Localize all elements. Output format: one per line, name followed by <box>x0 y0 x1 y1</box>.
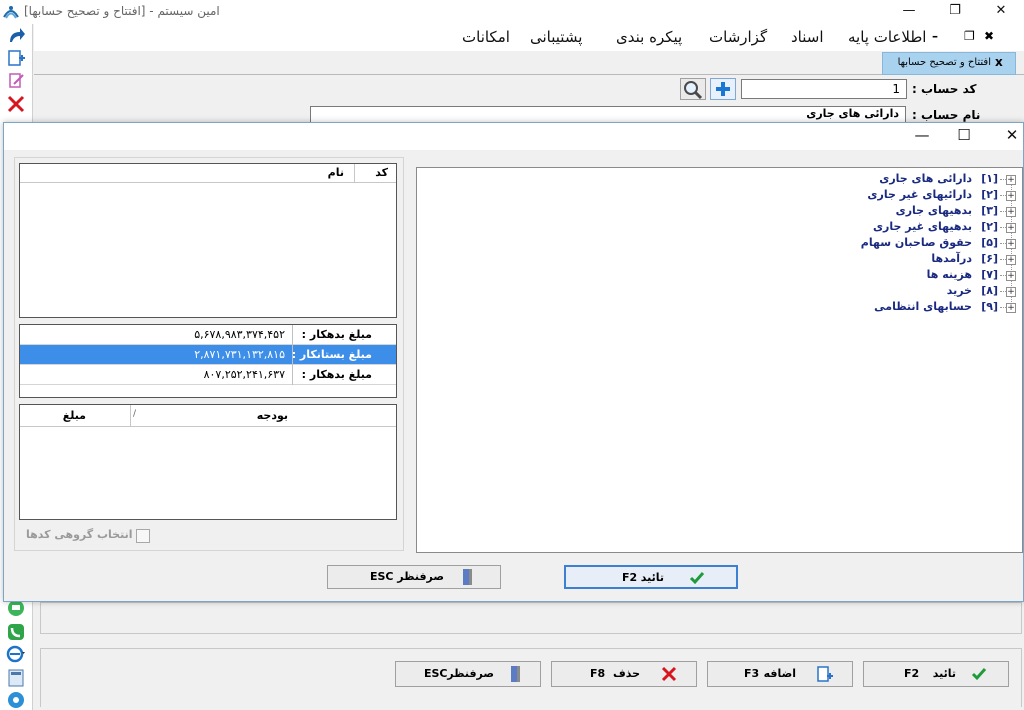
group-select-checkbox[interactable] <box>136 529 150 543</box>
magnifier-icon <box>684 81 703 100</box>
budget-grid[interactable]: بودجه مبلغ / <box>19 404 397 520</box>
column-header-code[interactable]: کد <box>354 164 396 183</box>
mdi-restore-button[interactable]: ❐ <box>964 29 975 43</box>
group-select-label: انتخاب گروهی کدها <box>26 528 133 541</box>
tab-close-icon[interactable]: x <box>995 55 1003 69</box>
browser-icon[interactable] <box>6 644 26 664</box>
expand-plus-icon[interactable]: + <box>1006 239 1016 249</box>
support-icon[interactable] <box>6 690 26 710</box>
add-document-icon <box>817 666 833 682</box>
menu-documents[interactable]: اسناد <box>791 28 824 46</box>
account-tree-dialog: — ☐ ✕ کد نام مبلغ بدهکار : ۵,۶۷۸,۹۸۳,۳۷۴… <box>3 122 1024 602</box>
accounts-tree[interactable]: + [۱] دارائی های جاری + [۲] دارائیهای غی… <box>416 167 1023 553</box>
exit-door-icon <box>463 569 472 585</box>
dialog-minimize-button[interactable]: — <box>902 123 942 150</box>
tree-node[interactable]: + [۷] هزینه ها <box>422 268 1022 284</box>
footer-cancel-button[interactable]: صرفنظر ESC <box>395 661 541 687</box>
balance-row[interactable]: مبلغ بدهکار : ۸۰۷,۲۵۲,۲۴۱,۶۳۷ <box>20 365 396 385</box>
mdi-minimize-button[interactable]: – <box>932 29 938 43</box>
checkmark-icon <box>971 668 987 681</box>
dialog-confirm-button[interactable]: تائید F2 <box>564 565 738 589</box>
delete-x-icon <box>661 666 677 682</box>
menu-tools[interactable]: امکانات <box>462 28 510 46</box>
tree-node[interactable]: + [۶] درآمدها <box>422 252 1022 268</box>
app-logo-icon <box>3 6 19 19</box>
balance-row-selected[interactable]: مبلغ بستانکار : ۲,۸۷۱,۷۳۱,۱۳۲,۸۱۵ <box>20 345 396 365</box>
account-name-label: نام حساب : <box>912 108 981 122</box>
balance-value: ۸۰۷,۲۵۲,۲۴۱,۶۳۷ <box>203 368 285 381</box>
new-document-icon[interactable] <box>6 48 26 68</box>
expand-plus-icon[interactable]: + <box>1006 191 1016 201</box>
calculator-icon[interactable] <box>6 668 26 688</box>
account-code-label: کد حساب : <box>912 82 977 96</box>
expand-plus-icon[interactable]: + <box>1006 255 1016 265</box>
balance-value: ۲,۸۷۱,۷۳۱,۱۳۲,۸۱۵ <box>194 348 285 361</box>
title-bar: امین سیستم - [افتتاح و تصحیح حسابها] — ❐… <box>0 0 1024 24</box>
column-header-name[interactable]: نام <box>20 164 354 183</box>
minimize-button[interactable]: — <box>886 0 932 22</box>
dialog-close-button[interactable]: ✕ <box>992 123 1024 150</box>
expand-plus-icon[interactable]: + <box>1006 223 1016 233</box>
footer-confirm-button[interactable]: تائید F2 <box>863 661 1009 687</box>
expand-plus-icon[interactable]: + <box>1006 207 1016 217</box>
footer-add-button[interactable]: اضافه F3 <box>707 661 853 687</box>
redo-arrow-icon[interactable] <box>6 26 26 46</box>
expand-plus-icon[interactable]: + <box>1006 271 1016 281</box>
balance-label: مبلغ بدهکار : <box>292 365 396 385</box>
tree-node[interactable]: + [۱] دارائی های جاری <box>422 172 1022 188</box>
document-tab-strip <box>34 51 1024 75</box>
tab-open-accounts[interactable]: x افتتاح و تصحیح حسابها <box>882 52 1016 75</box>
plus-icon <box>716 82 730 96</box>
restore-button[interactable]: ❐ <box>932 0 978 22</box>
menu-configuration[interactable]: پیکره بندی <box>616 28 682 46</box>
checkmark-icon <box>689 572 705 585</box>
window-title: امین سیستم - [افتتاح و تصحیح حسابها] <box>24 4 220 18</box>
menu-base-info[interactable]: اطلاعات پایه <box>848 28 926 46</box>
search-code-button[interactable] <box>680 78 706 100</box>
menu-reports[interactable]: گزارشات <box>709 28 767 46</box>
balance-row[interactable]: مبلغ بدهکار : ۵,۶۷۸,۹۸۳,۳۷۴,۴۵۲ <box>20 325 396 345</box>
menu-support[interactable]: پشتیبانی <box>530 28 582 46</box>
tree-node[interactable]: + [۲] بدهیهای غیر جاری <box>422 220 1022 236</box>
tree-node[interactable]: + [۹] حسابهای انتظامی <box>422 300 1022 316</box>
sort-indicator-icon: / <box>133 409 137 419</box>
balance-value: ۵,۶۷۸,۹۸۳,۳۷۴,۴۵۲ <box>194 328 285 341</box>
add-code-button[interactable] <box>710 78 736 100</box>
expand-plus-icon[interactable]: + <box>1006 175 1016 185</box>
balance-label: مبلغ بستانکار : <box>292 345 396 365</box>
expand-plus-icon[interactable]: + <box>1006 287 1016 297</box>
account-code-input[interactable] <box>741 79 907 99</box>
footer-delete-button[interactable]: حذف F8 <box>551 661 697 687</box>
tree-node[interactable]: + [۵] حقوق صاحبان سهام <box>422 236 1022 252</box>
column-header-amount[interactable]: مبلغ <box>20 405 130 427</box>
menu-bar: – ❐ ✖ اطلاعات پایه اسناد گزارشات پیکره ب… <box>34 24 1024 51</box>
tab-label: افتتاح و تصحیح حسابها <box>897 57 991 68</box>
balance-label: مبلغ بدهکار : <box>292 325 396 345</box>
dialog-cancel-button[interactable]: صرفنظر ESC <box>327 565 501 589</box>
mdi-close-button[interactable]: ✖ <box>984 29 994 43</box>
exit-door-icon <box>511 666 520 682</box>
phone-icon[interactable] <box>6 622 26 642</box>
column-header-budget[interactable]: بودجه <box>130 405 396 427</box>
tree-node[interactable]: + [۳] بدهیهای جاری <box>422 204 1022 220</box>
dialog-maximize-button[interactable]: ☐ <box>944 123 984 150</box>
tree-node[interactable]: + [۲] دارائیهای غیر جاری <box>422 188 1022 204</box>
expand-plus-icon[interactable]: + <box>1006 303 1016 313</box>
tree-node[interactable]: + [۸] خرید <box>422 284 1022 300</box>
dialog-title-bar: — ☐ ✕ <box>4 123 1023 150</box>
close-button[interactable]: ✕ <box>978 0 1024 22</box>
delete-x-icon[interactable] <box>6 94 26 114</box>
balances-grid[interactable]: مبلغ بدهکار : ۵,۶۷۸,۹۸۳,۳۷۴,۴۵۲ مبلغ بست… <box>19 324 397 398</box>
sub-accounts-grid[interactable]: کد نام <box>19 163 397 318</box>
form-lower-panel <box>40 602 1022 634</box>
edit-icon[interactable] <box>6 70 26 90</box>
